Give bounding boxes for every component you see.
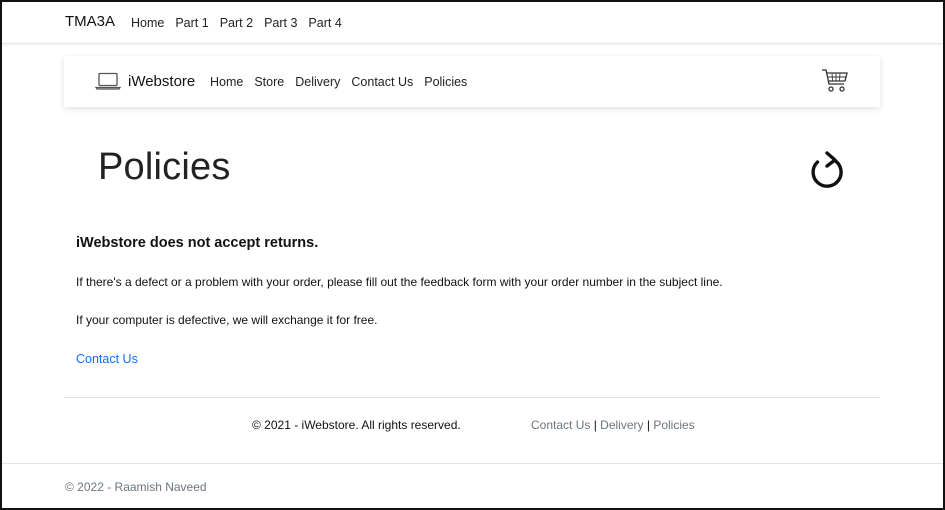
store-nav-home[interactable]: Home <box>210 75 243 89</box>
store-nav-policies[interactable]: Policies <box>424 75 467 89</box>
site-copyright: © 2022 - Raamish Naveed <box>65 480 207 494</box>
footer-divider <box>64 397 880 398</box>
top-nav-part2[interactable]: Part 2 <box>220 16 253 30</box>
footer-separator: | <box>593 418 597 432</box>
store-nav-store[interactable]: Store <box>254 75 284 89</box>
footer-policies-link[interactable]: Policies <box>653 418 694 432</box>
footer-delivery-link[interactable]: Delivery <box>600 418 643 432</box>
store-brand[interactable]: iWebstore <box>128 73 195 90</box>
top-nav-part1[interactable]: Part 1 <box>175 16 208 30</box>
footer-contact-link[interactable]: Contact Us <box>531 418 590 432</box>
footer-links: Contact Us | Delivery | Policies <box>531 418 695 432</box>
top-brand[interactable]: TMA3A <box>65 13 115 30</box>
top-nav-links: Home Part 1 Part 2 Part 3 Part 4 <box>131 16 353 30</box>
store-nav-links: Home Store Delivery Contact Us Policies <box>210 75 478 89</box>
bottom-divider <box>2 463 943 464</box>
top-nav-home[interactable]: Home <box>131 16 164 30</box>
page-title: Policies <box>98 146 231 188</box>
store-navbar: iWebstore Home Store Delivery Contact Us… <box>64 56 880 107</box>
policy-paragraph-defect: If there's a defect or a problem with yo… <box>76 275 723 289</box>
refresh-icon[interactable] <box>808 151 848 198</box>
cart-icon[interactable] <box>821 68 849 99</box>
top-nav-part4[interactable]: Part 4 <box>308 16 341 30</box>
store-nav-delivery[interactable]: Delivery <box>295 75 340 89</box>
laptop-icon <box>94 72 122 95</box>
top-navbar: TMA3A Home Part 1 Part 2 Part 3 Part 4 <box>0 0 945 44</box>
store-copyright: © 2021 - iWebstore. All rights reserved. <box>252 418 461 432</box>
store-nav-contact[interactable]: Contact Us <box>351 75 413 89</box>
contact-us-link[interactable]: Contact Us <box>76 352 138 366</box>
policy-heading: iWebstore does not accept returns. <box>76 235 319 251</box>
top-nav-part3[interactable]: Part 3 <box>264 16 297 30</box>
policy-paragraph-exchange: If your computer is defective, we will e… <box>76 313 378 327</box>
footer-separator: | <box>646 418 650 432</box>
